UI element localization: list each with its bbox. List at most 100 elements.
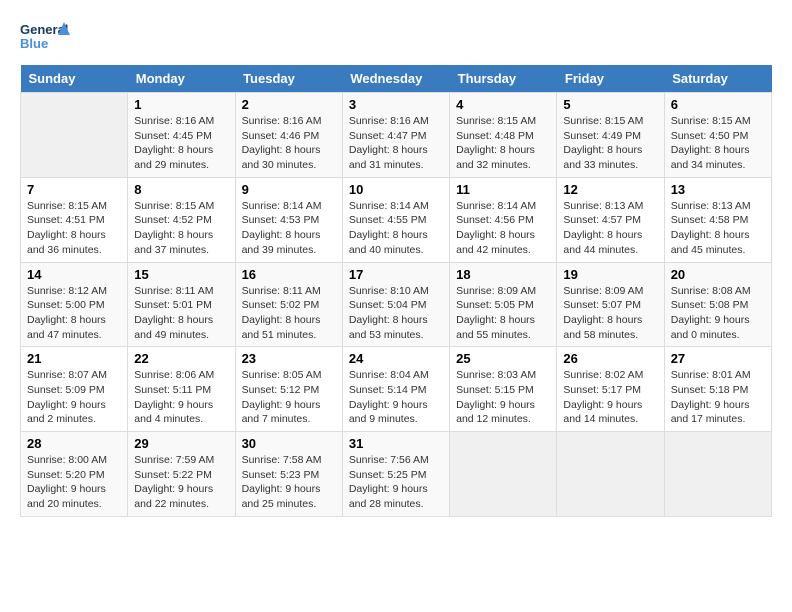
calendar-cell — [664, 432, 771, 517]
calendar-cell: 30 Sunrise: 7:58 AMSunset: 5:23 PMDaylig… — [235, 432, 342, 517]
day-number: 26 — [563, 351, 657, 366]
day-number: 24 — [349, 351, 443, 366]
header-saturday: Saturday — [664, 65, 771, 93]
day-info: Sunrise: 8:08 AMSunset: 5:08 PMDaylight:… — [671, 284, 765, 343]
calendar-cell — [21, 93, 128, 178]
calendar-cell: 7 Sunrise: 8:15 AMSunset: 4:51 PMDayligh… — [21, 177, 128, 262]
day-number: 14 — [27, 267, 121, 282]
day-number: 22 — [134, 351, 228, 366]
day-info: Sunrise: 8:14 AMSunset: 4:55 PMDaylight:… — [349, 199, 443, 258]
calendar-cell: 21 Sunrise: 8:07 AMSunset: 5:09 PMDaylig… — [21, 347, 128, 432]
calendar-cell: 17 Sunrise: 8:10 AMSunset: 5:04 PMDaylig… — [342, 262, 449, 347]
header-friday: Friday — [557, 65, 664, 93]
day-info: Sunrise: 8:01 AMSunset: 5:18 PMDaylight:… — [671, 368, 765, 427]
day-number: 23 — [242, 351, 336, 366]
day-number: 18 — [456, 267, 550, 282]
calendar-cell: 19 Sunrise: 8:09 AMSunset: 5:07 PMDaylig… — [557, 262, 664, 347]
calendar-cell: 1 Sunrise: 8:16 AMSunset: 4:45 PMDayligh… — [128, 93, 235, 178]
day-info: Sunrise: 8:04 AMSunset: 5:14 PMDaylight:… — [349, 368, 443, 427]
day-number: 21 — [27, 351, 121, 366]
calendar-cell: 2 Sunrise: 8:16 AMSunset: 4:46 PMDayligh… — [235, 93, 342, 178]
calendar-cell: 4 Sunrise: 8:15 AMSunset: 4:48 PMDayligh… — [450, 93, 557, 178]
calendar-cell — [450, 432, 557, 517]
day-info: Sunrise: 8:05 AMSunset: 5:12 PMDaylight:… — [242, 368, 336, 427]
svg-text:Blue: Blue — [20, 36, 48, 51]
day-number: 12 — [563, 182, 657, 197]
calendar-cell: 3 Sunrise: 8:16 AMSunset: 4:47 PMDayligh… — [342, 93, 449, 178]
calendar-cell: 24 Sunrise: 8:04 AMSunset: 5:14 PMDaylig… — [342, 347, 449, 432]
day-info: Sunrise: 8:09 AMSunset: 5:07 PMDaylight:… — [563, 284, 657, 343]
day-info: Sunrise: 7:58 AMSunset: 5:23 PMDaylight:… — [242, 453, 336, 512]
day-info: Sunrise: 8:13 AMSunset: 4:58 PMDaylight:… — [671, 199, 765, 258]
calendar-cell: 11 Sunrise: 8:14 AMSunset: 4:56 PMDaylig… — [450, 177, 557, 262]
calendar-week-row: 28 Sunrise: 8:00 AMSunset: 5:20 PMDaylig… — [21, 432, 772, 517]
day-number: 19 — [563, 267, 657, 282]
day-number: 15 — [134, 267, 228, 282]
calendar-week-row: 21 Sunrise: 8:07 AMSunset: 5:09 PMDaylig… — [21, 347, 772, 432]
day-number: 9 — [242, 182, 336, 197]
day-info: Sunrise: 8:00 AMSunset: 5:20 PMDaylight:… — [27, 453, 121, 512]
calendar-cell: 31 Sunrise: 7:56 AMSunset: 5:25 PMDaylig… — [342, 432, 449, 517]
day-number: 7 — [27, 182, 121, 197]
header-wednesday: Wednesday — [342, 65, 449, 93]
calendar-week-row: 14 Sunrise: 8:12 AMSunset: 5:00 PMDaylig… — [21, 262, 772, 347]
day-number: 20 — [671, 267, 765, 282]
day-number: 28 — [27, 436, 121, 451]
header-thursday: Thursday — [450, 65, 557, 93]
day-number: 5 — [563, 97, 657, 112]
calendar-cell: 13 Sunrise: 8:13 AMSunset: 4:58 PMDaylig… — [664, 177, 771, 262]
day-info: Sunrise: 8:12 AMSunset: 5:00 PMDaylight:… — [27, 284, 121, 343]
calendar-cell: 10 Sunrise: 8:14 AMSunset: 4:55 PMDaylig… — [342, 177, 449, 262]
calendar-cell: 23 Sunrise: 8:05 AMSunset: 5:12 PMDaylig… — [235, 347, 342, 432]
day-number: 25 — [456, 351, 550, 366]
day-info: Sunrise: 8:02 AMSunset: 5:17 PMDaylight:… — [563, 368, 657, 427]
calendar-header-row: SundayMondayTuesdayWednesdayThursdayFrid… — [21, 65, 772, 93]
header-tuesday: Tuesday — [235, 65, 342, 93]
day-info: Sunrise: 8:16 AMSunset: 4:47 PMDaylight:… — [349, 114, 443, 173]
day-info: Sunrise: 8:10 AMSunset: 5:04 PMDaylight:… — [349, 284, 443, 343]
calendar-cell: 28 Sunrise: 8:00 AMSunset: 5:20 PMDaylig… — [21, 432, 128, 517]
day-info: Sunrise: 7:59 AMSunset: 5:22 PMDaylight:… — [134, 453, 228, 512]
day-number: 10 — [349, 182, 443, 197]
calendar-cell: 15 Sunrise: 8:11 AMSunset: 5:01 PMDaylig… — [128, 262, 235, 347]
day-number: 8 — [134, 182, 228, 197]
day-number: 3 — [349, 97, 443, 112]
calendar-table: SundayMondayTuesdayWednesdayThursdayFrid… — [20, 65, 772, 517]
day-number: 29 — [134, 436, 228, 451]
day-info: Sunrise: 8:13 AMSunset: 4:57 PMDaylight:… — [563, 199, 657, 258]
day-number: 11 — [456, 182, 550, 197]
day-info: Sunrise: 8:15 AMSunset: 4:48 PMDaylight:… — [456, 114, 550, 173]
day-info: Sunrise: 8:15 AMSunset: 4:52 PMDaylight:… — [134, 199, 228, 258]
day-info: Sunrise: 8:11 AMSunset: 5:01 PMDaylight:… — [134, 284, 228, 343]
day-info: Sunrise: 8:09 AMSunset: 5:05 PMDaylight:… — [456, 284, 550, 343]
calendar-cell: 27 Sunrise: 8:01 AMSunset: 5:18 PMDaylig… — [664, 347, 771, 432]
calendar-cell: 9 Sunrise: 8:14 AMSunset: 4:53 PMDayligh… — [235, 177, 342, 262]
day-info: Sunrise: 8:11 AMSunset: 5:02 PMDaylight:… — [242, 284, 336, 343]
calendar-week-row: 7 Sunrise: 8:15 AMSunset: 4:51 PMDayligh… — [21, 177, 772, 262]
day-info: Sunrise: 8:06 AMSunset: 5:11 PMDaylight:… — [134, 368, 228, 427]
page-header: General Blue — [20, 20, 772, 55]
day-info: Sunrise: 8:07 AMSunset: 5:09 PMDaylight:… — [27, 368, 121, 427]
day-number: 17 — [349, 267, 443, 282]
calendar-cell — [557, 432, 664, 517]
day-info: Sunrise: 8:14 AMSunset: 4:56 PMDaylight:… — [456, 199, 550, 258]
calendar-cell: 29 Sunrise: 7:59 AMSunset: 5:22 PMDaylig… — [128, 432, 235, 517]
calendar-cell: 18 Sunrise: 8:09 AMSunset: 5:05 PMDaylig… — [450, 262, 557, 347]
calendar-cell: 14 Sunrise: 8:12 AMSunset: 5:00 PMDaylig… — [21, 262, 128, 347]
day-number: 13 — [671, 182, 765, 197]
calendar-cell: 25 Sunrise: 8:03 AMSunset: 5:15 PMDaylig… — [450, 347, 557, 432]
day-number: 30 — [242, 436, 336, 451]
day-info: Sunrise: 7:56 AMSunset: 5:25 PMDaylight:… — [349, 453, 443, 512]
day-number: 2 — [242, 97, 336, 112]
day-number: 16 — [242, 267, 336, 282]
calendar-cell: 6 Sunrise: 8:15 AMSunset: 4:50 PMDayligh… — [664, 93, 771, 178]
logo: General Blue — [20, 20, 70, 55]
calendar-cell: 5 Sunrise: 8:15 AMSunset: 4:49 PMDayligh… — [557, 93, 664, 178]
day-info: Sunrise: 8:16 AMSunset: 4:45 PMDaylight:… — [134, 114, 228, 173]
day-info: Sunrise: 8:15 AMSunset: 4:51 PMDaylight:… — [27, 199, 121, 258]
day-number: 6 — [671, 97, 765, 112]
calendar-cell: 26 Sunrise: 8:02 AMSunset: 5:17 PMDaylig… — [557, 347, 664, 432]
day-number: 1 — [134, 97, 228, 112]
calendar-cell: 22 Sunrise: 8:06 AMSunset: 5:11 PMDaylig… — [128, 347, 235, 432]
day-number: 4 — [456, 97, 550, 112]
